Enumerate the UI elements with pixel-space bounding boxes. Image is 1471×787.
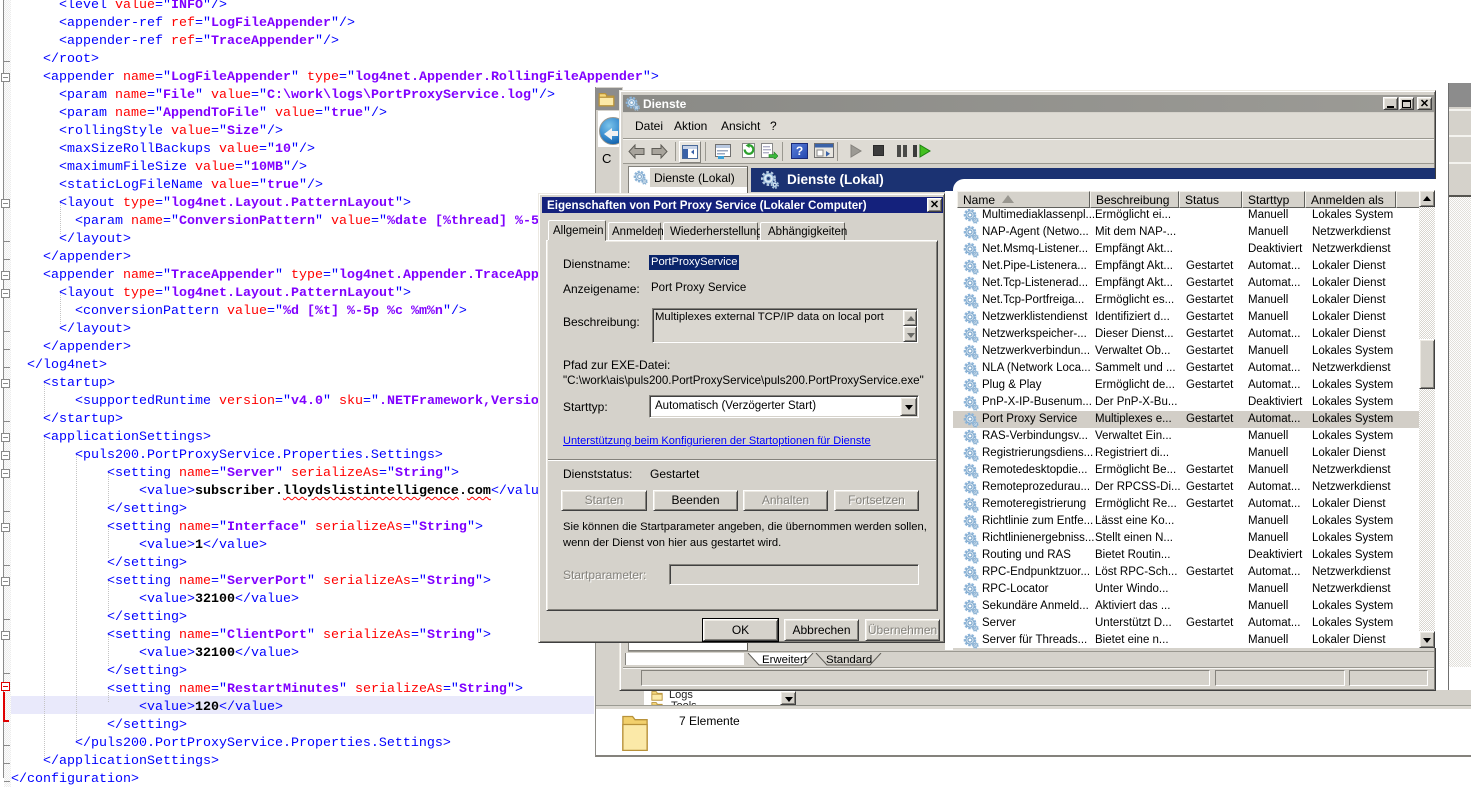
svg-text:Standard: Standard [826, 654, 872, 666]
svg-text:Erweitert: Erweitert [762, 654, 808, 666]
